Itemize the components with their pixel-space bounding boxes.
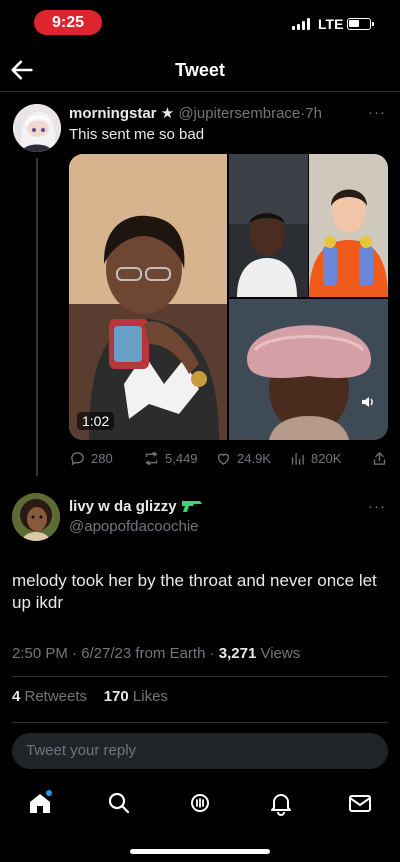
mail-icon (349, 795, 371, 812)
divider (12, 676, 388, 677)
home-indicator[interactable] (130, 849, 270, 854)
like-action[interactable]: 24.9K (215, 450, 271, 467)
reply-count: 280 (91, 450, 113, 466)
home-notification-dot (46, 790, 52, 796)
avatar[interactable] (13, 104, 61, 152)
tab-search[interactable] (106, 790, 132, 816)
likes-label: Likes (128, 688, 168, 705)
retweet-count: 5,449 (165, 450, 198, 466)
retweets-label: Retweets (20, 688, 88, 705)
author-name[interactable]: morningstar (69, 105, 157, 122)
volume-icon[interactable] (360, 394, 376, 410)
status-bar: 9:25 LTE (0, 0, 400, 44)
tweet-timestamp: 2:50 PM · 6/27/23 from Earth · (12, 645, 219, 662)
reply-input[interactable]: Tweet your reply (12, 733, 388, 769)
star-badge: ★ (160, 105, 175, 122)
likes-stat[interactable]: 170 Likes (104, 688, 168, 705)
top-header: Tweet (0, 48, 400, 92)
water-gun-icon (181, 501, 202, 512)
more-dots-icon[interactable]: ··· (368, 498, 386, 515)
page-title: Tweet (175, 60, 225, 80)
retweet-icon (145, 451, 158, 465)
bottom-tab-bar (0, 786, 400, 822)
heart-icon (217, 453, 230, 465)
views-label: Views (256, 645, 301, 662)
bar-chart-icon (291, 452, 304, 465)
author-name[interactable]: livy w da glizzy (69, 498, 177, 515)
tab-notifications[interactable] (268, 790, 294, 816)
status-time: 9:25 (34, 10, 102, 35)
tweet-text: This sent me so bad (69, 126, 205, 143)
avatar-image (13, 104, 61, 152)
tweet-meta: 2:50 PM · 6/27/23 from Earth · 3,271 Vie… (12, 645, 300, 662)
thread-connector (36, 158, 38, 476)
author-handle[interactable]: @apopofdacoochie (69, 518, 199, 535)
spaces-icon (191, 794, 209, 812)
more-dots-icon[interactable]: ··· (368, 104, 386, 121)
tweet-age: 7h (305, 105, 322, 122)
author-handle[interactable]: @jupitersembrace (178, 105, 300, 122)
reply-action[interactable]: 280 (69, 450, 113, 467)
search-icon (108, 792, 130, 814)
video-duration: 1:02 (77, 412, 115, 430)
network-label: LTE (318, 16, 344, 32)
tab-messages[interactable] (347, 790, 373, 816)
tweet-header: livy w da glizzy (69, 498, 203, 515)
signal-icon (292, 18, 310, 30)
avatar[interactable] (12, 493, 60, 541)
like-count: 24.9K (237, 450, 271, 466)
video-thumbnail (69, 154, 388, 440)
likes-count: 170 (103, 688, 129, 705)
views-count: 820K (311, 450, 342, 466)
tweet-stats: 4 Retweets 170 Likes (12, 688, 168, 705)
bell-icon (271, 794, 291, 816)
battery-icon (347, 18, 374, 30)
retweets-stat[interactable]: 4 Retweets (12, 688, 87, 705)
retweet-action[interactable]: 5,449 (143, 450, 198, 467)
reply-icon (71, 451, 84, 466)
share-action[interactable] (371, 450, 388, 467)
tweet-text: melody took her by the throat and never … (12, 571, 377, 612)
share-icon (373, 451, 386, 465)
tweet-header: morningstar ★ @jupitersembrace·7h (69, 104, 322, 122)
tweet-actions: 280 5,449 24.9K 820K (69, 448, 389, 468)
tab-spaces[interactable] (187, 790, 213, 816)
views-count[interactable]: 3,271 (219, 645, 257, 662)
views-action[interactable]: 820K (289, 450, 341, 467)
video-media[interactable]: 1:02 (69, 154, 388, 440)
avatar-image (12, 493, 60, 541)
divider (12, 722, 388, 723)
